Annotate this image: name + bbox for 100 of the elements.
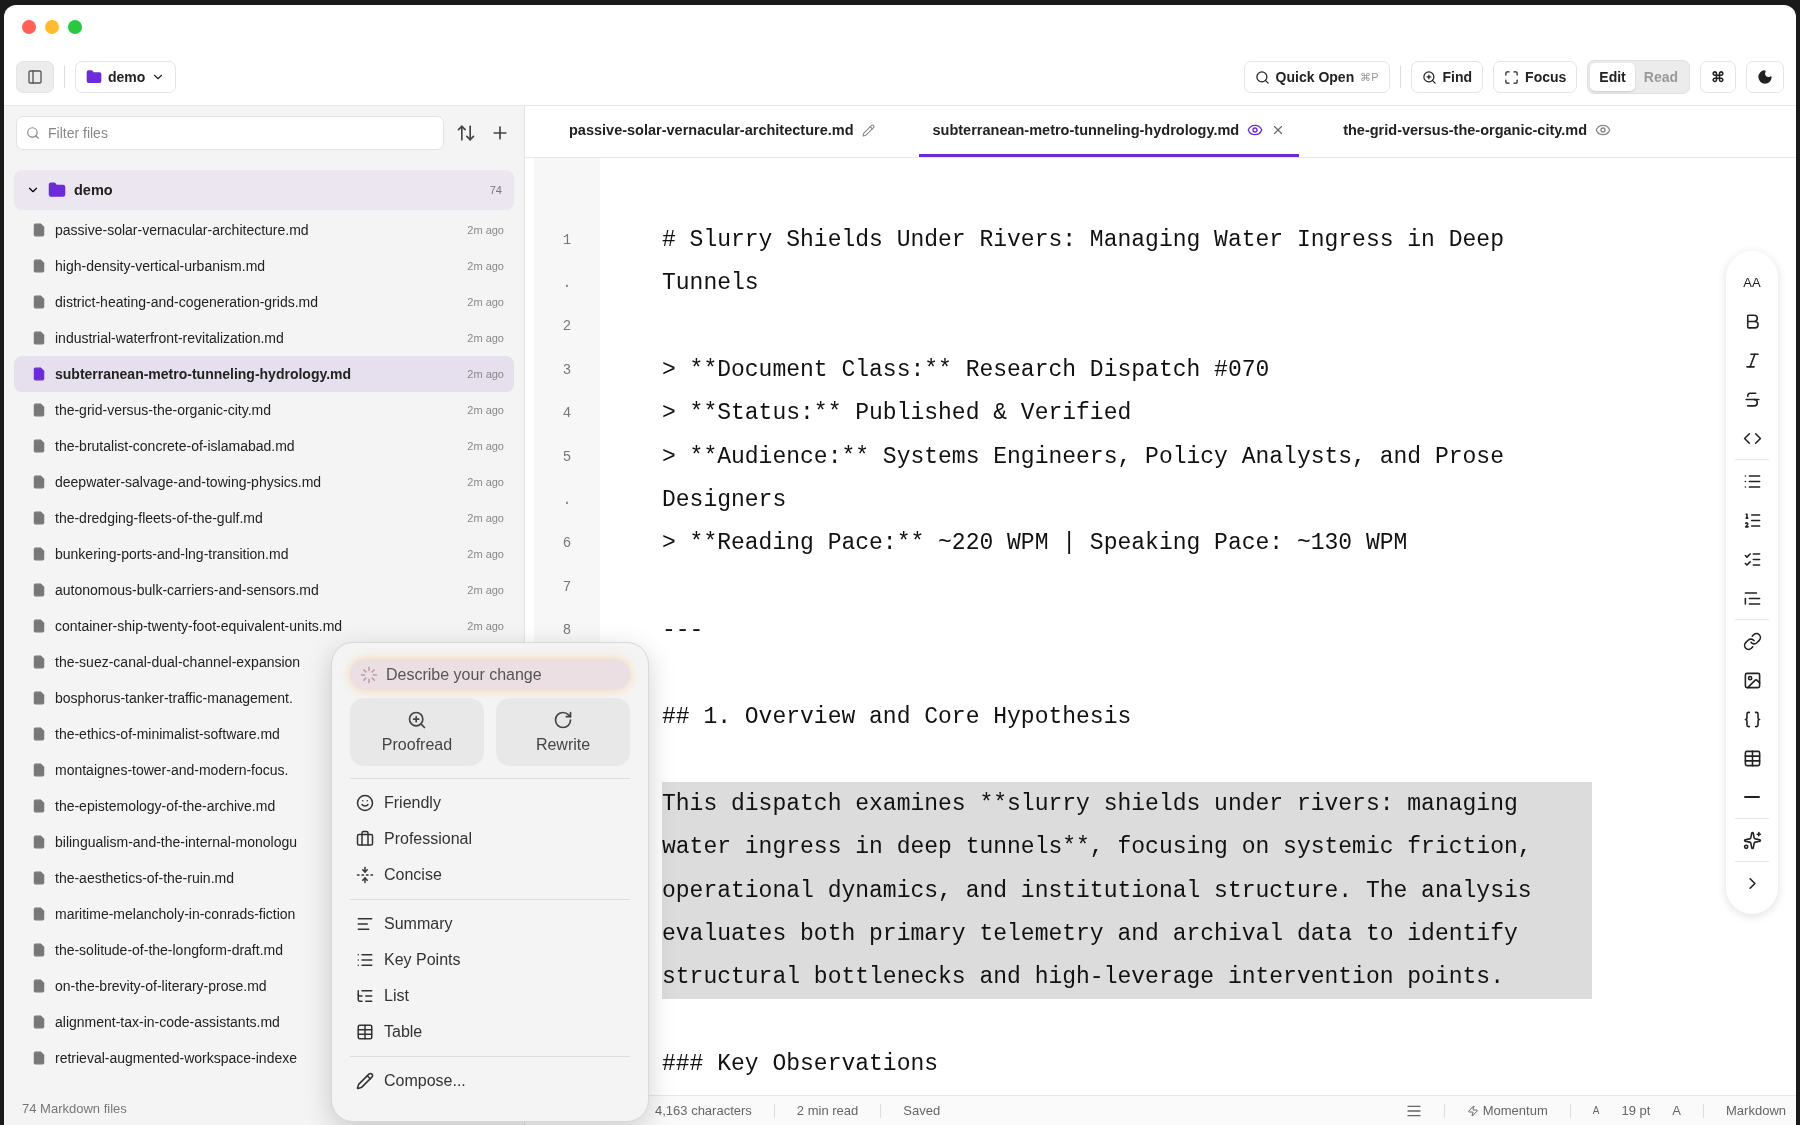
table-icon xyxy=(1742,748,1762,768)
file-icon xyxy=(32,691,46,705)
file-name: montaignes-tower-and-modern-focus. xyxy=(55,762,289,778)
menu-item[interactable]: List xyxy=(350,978,630,1014)
rotate-icon xyxy=(553,710,573,730)
font-decrease-button[interactable]: A xyxy=(1592,1105,1600,1116)
eye-icon xyxy=(1595,122,1612,138)
save-status: Saved xyxy=(903,1103,941,1118)
quick-open-button[interactable]: Quick Open ⌘P xyxy=(1243,61,1390,93)
file-icon xyxy=(32,799,46,813)
modified-time: 2m ago xyxy=(467,332,504,344)
menu-item[interactable]: Friendly xyxy=(350,785,630,821)
line-number: 2 xyxy=(562,318,572,335)
file-row[interactable]: the-brutalist-concrete-of-islamabad.md 2m ago xyxy=(14,428,514,464)
menu-item[interactable]: Summary xyxy=(350,906,630,942)
folder-name: demo xyxy=(74,182,114,198)
spinner-icon xyxy=(360,665,378,684)
text-line: > **Reading Pace:** ~220 WPM | Speaking Pace: ~130 WPM xyxy=(662,530,1408,557)
file-row[interactable]: subterranean-metro-tunneling-hydrology.md 2m ago xyxy=(14,356,514,392)
file-name: district-heating-and-cogeneration-grids.md xyxy=(55,294,319,310)
file-name: alignment-tax-in-code-assistants.md xyxy=(55,1014,280,1030)
close-window-button[interactable] xyxy=(22,20,36,34)
mode-selector[interactable]: Markdown xyxy=(1726,1103,1786,1118)
font-increase-button[interactable]: A xyxy=(1672,1103,1682,1118)
rewrite-button[interactable]: Rewrite xyxy=(496,698,630,766)
folder-icon xyxy=(86,69,102,85)
file-row[interactable]: container-ship-twenty-foot-equivalent-units.md 2m ago xyxy=(14,608,514,644)
file-name: deepwater-salvage-and-towing-physics.md xyxy=(55,474,322,490)
command-button[interactable]: ⌘ xyxy=(1700,61,1736,93)
file-icon xyxy=(32,511,46,525)
line-number: 1 xyxy=(562,231,572,248)
mode-tab[interactable]: Edit xyxy=(1590,63,1635,91)
sidebar-toggle-button[interactable] xyxy=(16,61,54,93)
link-icon xyxy=(1742,631,1762,651)
prompt-input[interactable]: Describe your change xyxy=(384,664,620,685)
file-icon xyxy=(32,439,46,453)
prompt-field[interactable]: Describe your change xyxy=(350,659,630,690)
file-row[interactable]: bunkering-ports-and-lng-transition.md 2m ago xyxy=(14,536,514,572)
file-row[interactable]: high-density-vertical-urbanism.md 2m ago xyxy=(14,248,514,284)
file-name: the-ethics-of-minimalist-software.md xyxy=(55,726,280,742)
text-line: ## 1. Overview and Core Hypothesis xyxy=(662,704,1132,730)
file-icon xyxy=(32,763,46,777)
menu-item[interactable]: Key Points xyxy=(350,942,630,978)
menu-item[interactable]: Professional xyxy=(350,821,630,857)
modified-time: 2m ago xyxy=(467,548,504,560)
modified-time: 2m ago xyxy=(467,620,504,632)
theme-button[interactable] xyxy=(1746,61,1784,93)
text-line: > **Status:** Published & Verified xyxy=(662,400,1132,427)
editor-tab[interactable]: subterranean-metro-tunneling-hydrology.md xyxy=(918,106,1300,157)
file-icon xyxy=(32,979,46,993)
menu-item[interactable]: Compose... xyxy=(350,1063,630,1099)
file-name: on-the-brevity-of-literary-prose.md xyxy=(55,978,267,994)
theme-selector[interactable]: Momentum xyxy=(1466,1103,1548,1118)
line-number: 5 xyxy=(562,448,572,465)
file-row[interactable]: industrial-waterfront-revitalization.md 2m ago xyxy=(14,320,514,356)
file-icon xyxy=(32,835,46,849)
file-icon xyxy=(32,403,46,417)
shortcut-hint: ⌘P xyxy=(1360,70,1379,84)
file-row[interactable]: deepwater-salvage-and-towing-physics.md 2m ago xyxy=(14,464,514,500)
menu-item[interactable]: Concise xyxy=(350,857,630,893)
briefcase-icon xyxy=(356,830,374,848)
file-icon xyxy=(32,1051,46,1065)
bolt-icon xyxy=(1466,1104,1479,1117)
file-name: the-suez-canal-dual-channel-expansion xyxy=(55,654,301,670)
file-row[interactable]: autonomous-bulk-carriers-and-sensors.md 2m ago xyxy=(14,572,514,608)
file-icon xyxy=(32,547,46,561)
file-icon xyxy=(32,871,46,885)
focus-button[interactable]: Focus xyxy=(1493,61,1578,93)
find-button[interactable]: Find xyxy=(1410,61,1484,93)
filter-input[interactable]: Filter files xyxy=(46,124,434,142)
tab-title: the-grid-versus-the-organic-city.md xyxy=(1343,122,1588,138)
file-icon xyxy=(32,727,46,741)
table-icon xyxy=(356,1023,374,1041)
folder-row[interactable]: demo 74 xyxy=(14,170,514,210)
file-name: bosphorus-tanker-traffic-management. xyxy=(55,690,293,706)
editor-tab[interactable]: the-grid-versus-the-organic-city.md xyxy=(1329,106,1626,157)
file-row[interactable]: district-heating-and-cogeneration-grids.md 2m ago xyxy=(14,284,514,320)
magnifier-icon xyxy=(407,710,427,730)
text-line: # Slurry Shields Under Rivers: Managing Water Ingress in Deep xyxy=(662,226,1504,253)
file-row[interactable]: passive-solar-vernacular-architecture.md 2m ago xyxy=(14,212,514,248)
list-icon xyxy=(356,987,374,1005)
menu-item[interactable]: Table xyxy=(350,1014,630,1050)
folder-dropdown[interactable]: demo xyxy=(75,61,177,93)
file-row[interactable]: the-dredging-fleets-of-the-gulf.md 2m ago xyxy=(14,500,514,536)
proofread-button[interactable]: Proofread xyxy=(350,698,484,766)
file-icon xyxy=(32,367,46,381)
modified-time: 2m ago xyxy=(467,224,504,236)
editor-tab[interactable]: passive-solar-vernacular-architecture.md xyxy=(555,106,889,157)
modified-time: 2m ago xyxy=(467,368,504,380)
file-icon xyxy=(32,475,46,489)
modified-time: 2m ago xyxy=(467,440,504,452)
filter-field[interactable]: Filter files xyxy=(16,116,444,150)
file-icon xyxy=(32,655,46,669)
selected-text: evaluates both primary telemetry and archival data to identify xyxy=(662,920,1518,947)
file-name: bilingualism-and-the-internal-monologu xyxy=(55,834,298,850)
text-size-button[interactable]: AA xyxy=(1736,266,1768,298)
selected-text: operational dynamics, and institutional structure. The analysis xyxy=(662,877,1532,904)
eye-icon xyxy=(1247,122,1264,138)
mode-switch[interactable]: Edit Read xyxy=(1587,60,1690,94)
file-row[interactable]: the-grid-versus-the-organic-city.md 2m ago xyxy=(14,392,514,428)
